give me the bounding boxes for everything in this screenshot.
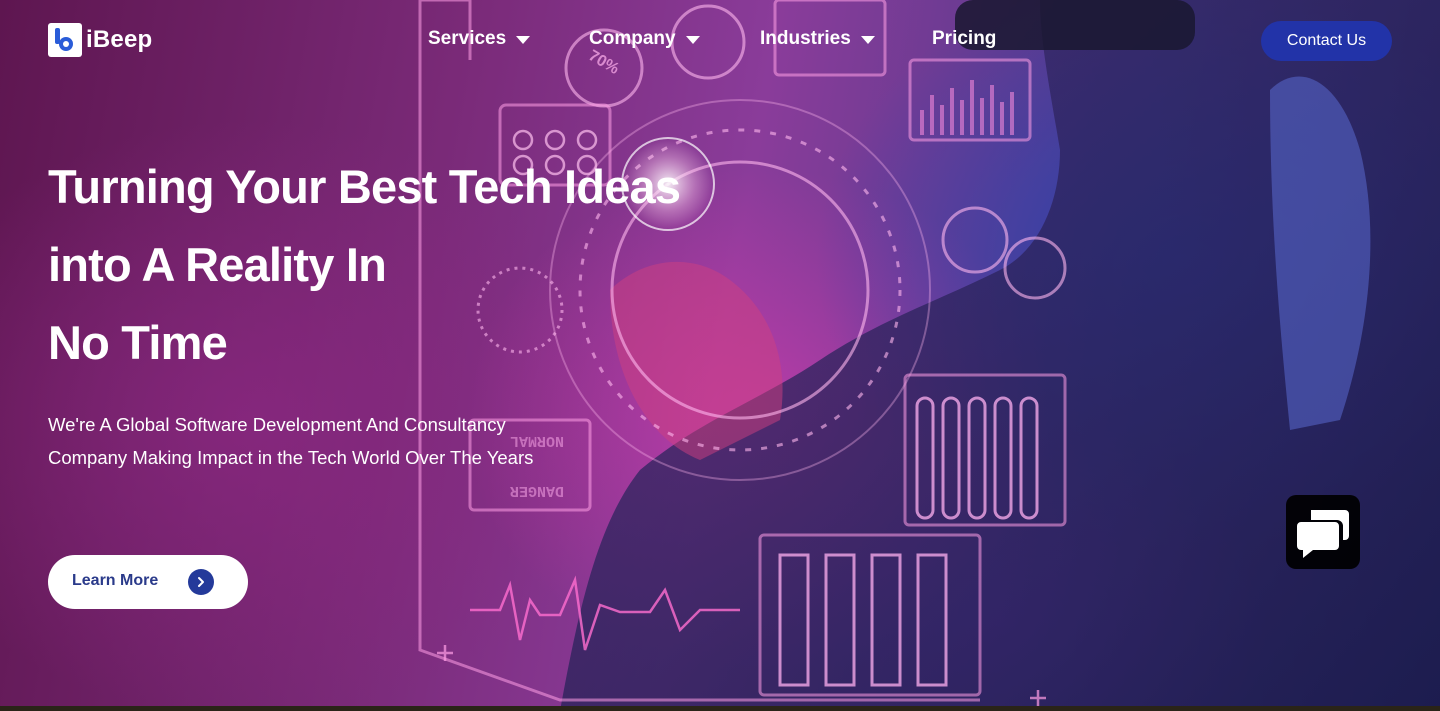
headline-line-1: Turning Your Best Tech Ideas	[48, 160, 681, 213]
caret-down-icon	[685, 36, 700, 44]
hero-subtext: We're A Global Software Development And …	[48, 414, 534, 468]
chat-widget-button[interactable]	[1286, 495, 1360, 569]
learn-more-label: Learn More	[72, 572, 159, 589]
logo-mark-icon	[48, 23, 82, 57]
hero-headline: Turning Your Best Tech Ideas into A Real…	[48, 148, 748, 382]
page-bottom-edge	[0, 706, 1440, 711]
hud-danger-label: DANGER	[510, 482, 564, 499]
caret-down-icon	[516, 36, 531, 44]
headline-line-3: No Time	[48, 316, 228, 369]
nav-item-label: Company	[589, 28, 676, 49]
nav-item-industries[interactable]: Industries	[760, 28, 875, 50]
nav-item-company[interactable]: Company	[589, 28, 700, 50]
learn-more-button[interactable]: Learn More	[48, 555, 248, 609]
chat-bubbles-icon	[1297, 510, 1349, 558]
nav-item-pricing[interactable]: Pricing	[932, 28, 996, 50]
logo-text: iBeep	[86, 26, 153, 53]
headline-line-2: into A Reality In	[48, 238, 387, 291]
nav-item-label: Industries	[760, 28, 851, 49]
caret-down-icon	[860, 36, 875, 44]
hud-gauge-label: 70%	[586, 47, 622, 78]
chevron-right-icon	[188, 569, 214, 595]
contact-us-button[interactable]: Contact Us	[1261, 21, 1392, 61]
nav-item-label: Services	[428, 28, 507, 49]
nav-item-services[interactable]: Services	[428, 28, 531, 50]
nav-item-label: Pricing	[932, 28, 997, 49]
site-logo[interactable]: iBeep	[48, 22, 152, 58]
